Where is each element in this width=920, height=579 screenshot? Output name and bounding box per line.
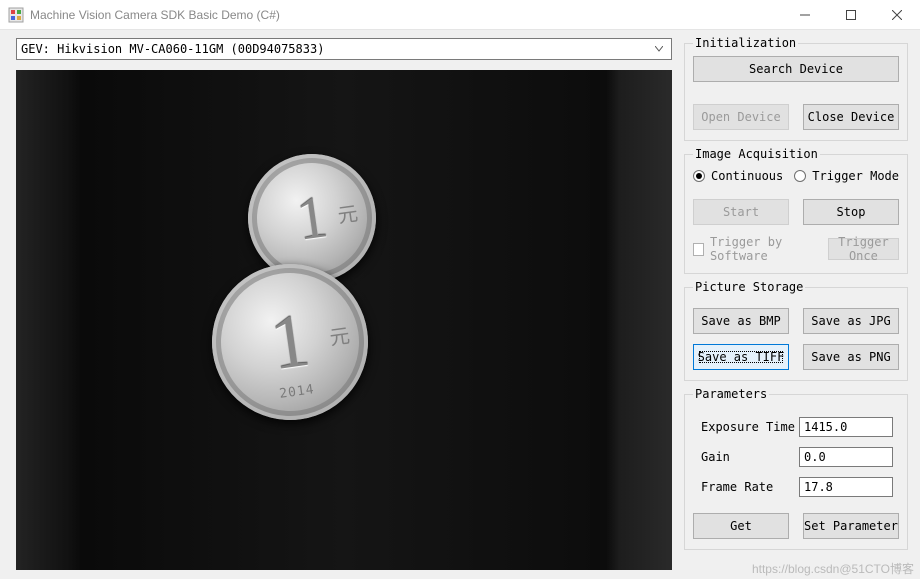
window-titlebar: Machine Vision Camera SDK Basic Demo (C#…	[0, 0, 920, 30]
param-label-framerate: Frame Rate	[701, 480, 799, 494]
coin-object: 1 元 2014	[202, 254, 378, 430]
radio-dot-icon	[693, 170, 705, 182]
coin-denomination: 1	[266, 302, 314, 383]
button-label: Start	[723, 205, 759, 219]
chevron-down-icon	[651, 40, 667, 58]
button-label: Search Device	[749, 62, 843, 76]
checkbox-label: Trigger by Software	[710, 235, 822, 263]
button-label: Save as PNG	[811, 350, 890, 364]
frame-rate-input[interactable]	[799, 477, 893, 497]
open-device-button[interactable]: Open Device	[693, 104, 789, 130]
save-bmp-button[interactable]: Save as BMP	[693, 308, 789, 334]
set-parameters-button[interactable]: Set Parameter	[803, 513, 899, 539]
group-legend: Parameters	[693, 387, 769, 401]
group-picture-storage: Picture Storage Save as BMP Save as JPG …	[684, 280, 908, 381]
coin-unit: 元	[336, 197, 360, 229]
button-label: Trigger Once	[829, 235, 898, 263]
maximize-button[interactable]	[828, 0, 874, 30]
button-label: Save as JPG	[811, 314, 890, 328]
group-parameters: Parameters Exposure Time Gain Frame Rate…	[684, 387, 908, 550]
group-image-acquisition: Image Acquisition Continuous Trigger Mod…	[684, 147, 908, 274]
button-label: Get	[730, 519, 752, 533]
checkbox-trigger-software[interactable]	[693, 243, 704, 256]
window-controls	[782, 0, 920, 30]
save-tiff-button[interactable]: Save as TIFF	[693, 344, 789, 370]
group-initialization: Initialization Search Device Open Device…	[684, 36, 908, 141]
exposure-time-input[interactable]	[799, 417, 893, 437]
button-label: Stop	[837, 205, 866, 219]
stop-button[interactable]: Stop	[803, 199, 899, 225]
param-label-exposure: Exposure Time	[701, 420, 799, 434]
coin-unit: 元	[328, 319, 352, 351]
window-title: Machine Vision Camera SDK Basic Demo (C#…	[30, 8, 782, 22]
coin-denomination: 1	[293, 186, 331, 250]
watermark-text: https://blog.csdn@51CTO博客	[752, 560, 914, 577]
button-label: Close Device	[808, 110, 895, 124]
button-label: Open Device	[701, 110, 780, 124]
radio-trigger-mode[interactable]: Trigger Mode	[794, 169, 899, 183]
app-icon	[8, 7, 24, 23]
trigger-once-button[interactable]: Trigger Once	[828, 238, 899, 260]
group-legend: Image Acquisition	[693, 147, 820, 161]
device-select[interactable]: GEV: Hikvision MV-CA060-11GM (00D9407583…	[16, 38, 672, 60]
param-label-gain: Gain	[701, 450, 799, 464]
button-label: Set Parameter	[804, 519, 898, 533]
radio-continuous[interactable]: Continuous	[693, 169, 783, 183]
button-label: Save as TIFF	[698, 350, 785, 364]
start-button[interactable]: Start	[693, 199, 789, 225]
radio-label: Continuous	[711, 169, 783, 183]
search-device-button[interactable]: Search Device	[693, 56, 899, 82]
close-device-button[interactable]: Close Device	[803, 104, 899, 130]
group-legend: Initialization	[693, 36, 798, 50]
button-label: Save as BMP	[701, 314, 780, 328]
gain-input[interactable]	[799, 447, 893, 467]
group-legend: Picture Storage	[693, 280, 805, 294]
radio-dot-icon	[794, 170, 806, 182]
get-parameters-button[interactable]: Get	[693, 513, 789, 539]
preview-image: 1 元 1 元 2014	[16, 70, 672, 570]
save-jpg-button[interactable]: Save as JPG	[803, 308, 899, 334]
device-select-value: GEV: Hikvision MV-CA060-11GM (00D9407583…	[21, 42, 651, 56]
camera-preview: 1 元 1 元 2014	[16, 70, 672, 570]
save-png-button[interactable]: Save as PNG	[803, 344, 899, 370]
close-button[interactable]	[874, 0, 920, 30]
minimize-button[interactable]	[782, 0, 828, 30]
radio-label: Trigger Mode	[812, 169, 899, 183]
